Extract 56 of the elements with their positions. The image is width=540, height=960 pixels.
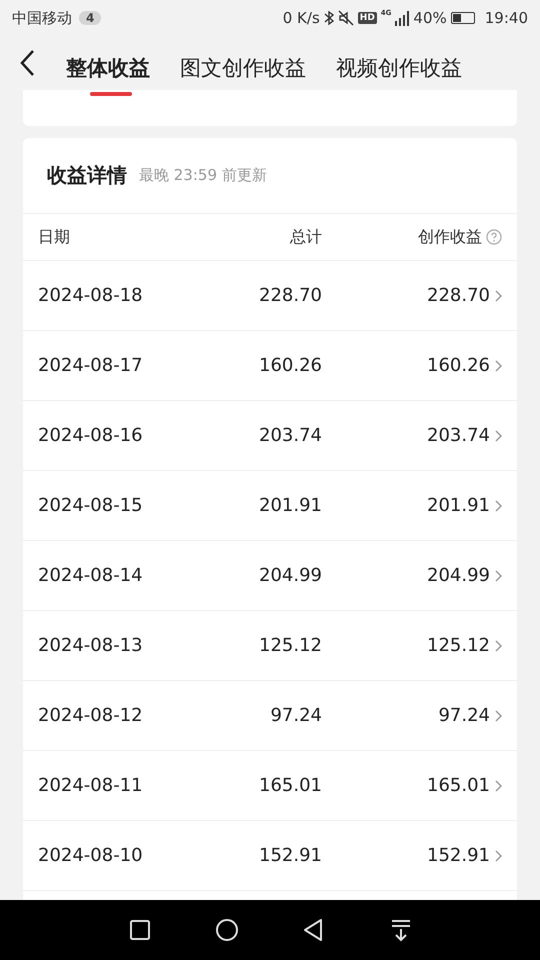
column-header: 创作收益 — [418, 226, 482, 248]
earnings-cell[interactable]: 125.12 — [427, 635, 490, 656]
tab[interactable]: 图文创作收益 — [180, 40, 306, 96]
column-header: 日期 — [38, 226, 71, 248]
battery-icon — [450, 12, 475, 24]
clock: 19:40 — [484, 9, 528, 27]
date-cell-text: 2024-08-18 — [38, 285, 144, 306]
earnings-cell[interactable]: 97.24 — [438, 705, 490, 726]
date-cell-text: 2024-08-15 — [38, 495, 144, 516]
earnings-cell[interactable]: 165.01 — [427, 775, 490, 796]
date-cell-text: 2024-08-16 — [38, 425, 144, 446]
chevron-icon[interactable] — [494, 500, 502, 512]
chevron-icon[interactable] — [494, 780, 502, 792]
chevron-icon[interactable] — [494, 360, 502, 372]
chevron-icon[interactable] — [494, 430, 502, 442]
tab[interactable]: 整体收益 — [66, 40, 150, 96]
date-cell-text: 2024-08-10 — [38, 845, 144, 866]
chevron-icon[interactable] — [494, 570, 502, 582]
earnings-cell[interactable]: 204.99 — [427, 565, 490, 586]
update-note: 最晚 23:59 前更新 — [139, 166, 267, 185]
total-cell-text: 203.74 — [258, 425, 322, 446]
total-cell-text: 165.01 — [258, 775, 322, 796]
column-header: 总计 — [289, 226, 322, 248]
date-cell-text: 2024-08-11 — [38, 775, 144, 796]
date-cell-text: 2024-08-13 — [38, 635, 144, 656]
network-speed: 0 K/s — [282, 9, 320, 27]
chevron-icon[interactable] — [494, 640, 502, 652]
date-cell-text: 2024-08-12 — [38, 705, 144, 726]
total-cell-text: 228.70 — [258, 285, 322, 306]
section-title: 收益详情 — [47, 162, 127, 189]
hd-label: HD — [358, 12, 377, 24]
signal-icon — [395, 10, 410, 26]
chevron-icon[interactable] — [494, 290, 502, 302]
home-icon[interactable] — [214, 917, 240, 943]
total-cell-text: 160.26 — [258, 355, 322, 376]
chevron-icon[interactable] — [494, 850, 502, 862]
earnings-cell[interactable]: 152.91 — [427, 845, 490, 866]
total-cell-text: 152.91 — [258, 845, 322, 866]
battery-percent: 40% — [413, 9, 447, 27]
total-cell-text: 201.91 — [258, 495, 322, 516]
date-cell-text: 2024-08-14 — [38, 565, 144, 586]
total-cell-text: 204.99 — [258, 565, 322, 586]
earnings-cell[interactable]: 228.70 — [427, 285, 490, 306]
earnings-cell[interactable]: 160.26 — [427, 355, 490, 376]
total-cell-text: 125.12 — [258, 635, 322, 656]
tab[interactable]: 视频创作收益 — [336, 40, 462, 96]
total-cell-text: 97.24 — [269, 705, 322, 726]
earnings-cell[interactable]: 203.74 — [427, 425, 490, 446]
earnings-cell[interactable]: 201.91 — [427, 495, 490, 516]
notification-count: 4 — [79, 11, 102, 25]
help-icon[interactable] — [486, 229, 502, 245]
chevron-icon[interactable] — [494, 710, 502, 722]
bluetooth-icon — [324, 10, 334, 26]
mute-icon — [338, 10, 354, 26]
carrier-name: 中国移动 — [12, 8, 72, 28]
date-cell-text: 2024-08-17 — [38, 355, 144, 376]
